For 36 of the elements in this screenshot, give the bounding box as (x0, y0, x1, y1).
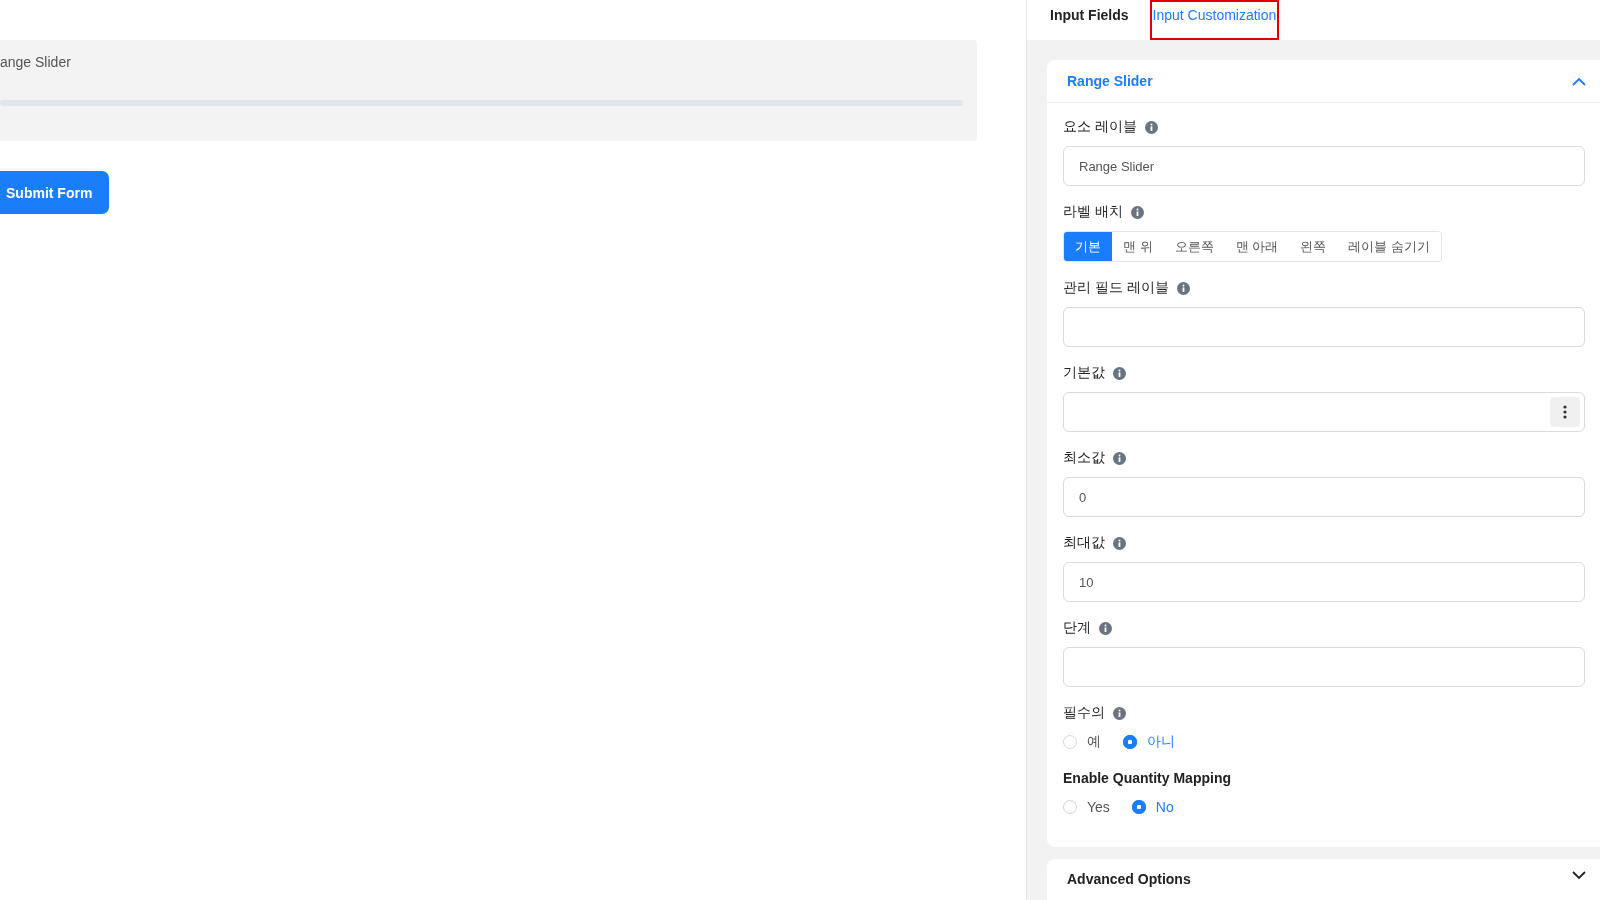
field-label: 기본값 (1063, 364, 1105, 382)
input-field[interactable] (1063, 647, 1585, 687)
more-button[interactable] (1550, 397, 1580, 427)
submit-button[interactable]: Submit Form (0, 171, 109, 214)
input-field[interactable]: 10 (1063, 562, 1585, 602)
field-label: ange Slider (0, 53, 72, 71)
card-header[interactable]: Range Slider (1047, 60, 1600, 103)
more-icon (1563, 405, 1567, 419)
input-field[interactable]: Range Slider (1063, 146, 1585, 186)
radio-button[interactable] (1063, 735, 1077, 749)
field-label: 관리 필드 레이블 (1063, 279, 1169, 297)
card-title: Advanced Options (1067, 871, 1191, 887)
radio-button[interactable] (1063, 800, 1077, 814)
tab[interactable]: Input Fields (1047, 0, 1132, 40)
segment-option[interactable]: 기본 (1064, 232, 1112, 261)
tab[interactable]: Input Customization (1149, 0, 1280, 40)
field-label: Enable Quantity Mapping (1063, 770, 1231, 786)
chevron-up-icon[interactable] (1572, 76, 1586, 86)
field-label: 라벨 배치 (1063, 203, 1123, 221)
radio-label[interactable]: 아니 (1147, 733, 1175, 751)
field-label: 최소값 (1063, 449, 1105, 467)
advanced-options-card[interactable]: Advanced Options (1047, 859, 1600, 900)
radio-label[interactable]: Yes (1087, 799, 1110, 815)
card-title: Range Slider (1067, 73, 1153, 89)
chevron-down-icon[interactable] (1572, 871, 1586, 880)
radio-label[interactable]: 예 (1087, 733, 1101, 751)
input-field[interactable] (1063, 307, 1585, 347)
radio-label[interactable]: No (1155, 799, 1174, 815)
field-label: 필수의 (1063, 704, 1105, 722)
field-label: 요소 레이블 (1063, 118, 1137, 136)
radio-button[interactable] (1123, 735, 1137, 749)
input-field[interactable] (1063, 392, 1585, 432)
field-label: 단계 (1063, 619, 1091, 637)
input-field[interactable]: 0 (1063, 477, 1585, 517)
field-label: 최대값 (1063, 534, 1105, 552)
radio-button[interactable] (1131, 800, 1146, 814)
